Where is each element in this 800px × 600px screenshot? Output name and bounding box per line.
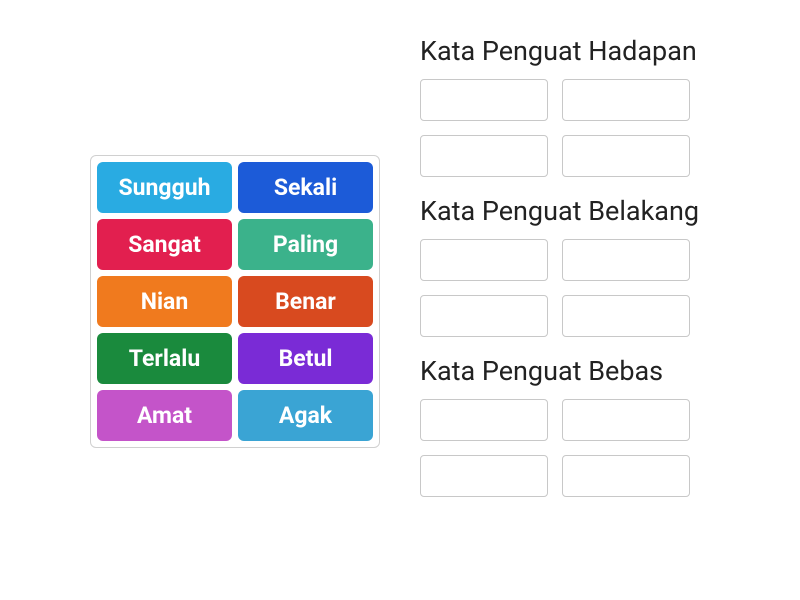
drop-zone[interactable] [420,455,548,497]
word-tile-paling[interactable]: Paling [238,219,373,270]
category-hadapan: Kata Penguat Hadapan [420,35,760,177]
drop-zone[interactable] [420,135,548,177]
category-bebas: Kata Penguat Bebas [420,355,760,497]
drop-zone[interactable] [562,79,690,121]
word-tile-amat[interactable]: Amat [97,390,232,441]
word-tile-betul[interactable]: Betul [238,333,373,384]
drop-zone[interactable] [562,399,690,441]
drop-zone[interactable] [562,295,690,337]
drop-zone[interactable] [562,455,690,497]
word-tile-sangat[interactable]: Sangat [97,219,232,270]
drop-zone[interactable] [420,79,548,121]
categories-panel: Kata Penguat Hadapan Kata Penguat Belaka… [420,35,760,515]
category-title: Kata Penguat Belakang [420,195,760,227]
word-tile-agak[interactable]: Agak [238,390,373,441]
word-tile-sungguh[interactable]: Sungguh [97,162,232,213]
drop-zone[interactable] [420,239,548,281]
word-bank: Sungguh Sekali Sangat Paling Nian Benar … [90,155,380,448]
drop-zone[interactable] [420,399,548,441]
word-tile-terlalu[interactable]: Terlalu [97,333,232,384]
drop-zone[interactable] [420,295,548,337]
drop-zone[interactable] [562,135,690,177]
category-title: Kata Penguat Bebas [420,355,760,387]
category-belakang: Kata Penguat Belakang [420,195,760,337]
drop-zone[interactable] [562,239,690,281]
word-tile-sekali[interactable]: Sekali [238,162,373,213]
word-tile-benar[interactable]: Benar [238,276,373,327]
category-title: Kata Penguat Hadapan [420,35,760,67]
word-tile-nian[interactable]: Nian [97,276,232,327]
